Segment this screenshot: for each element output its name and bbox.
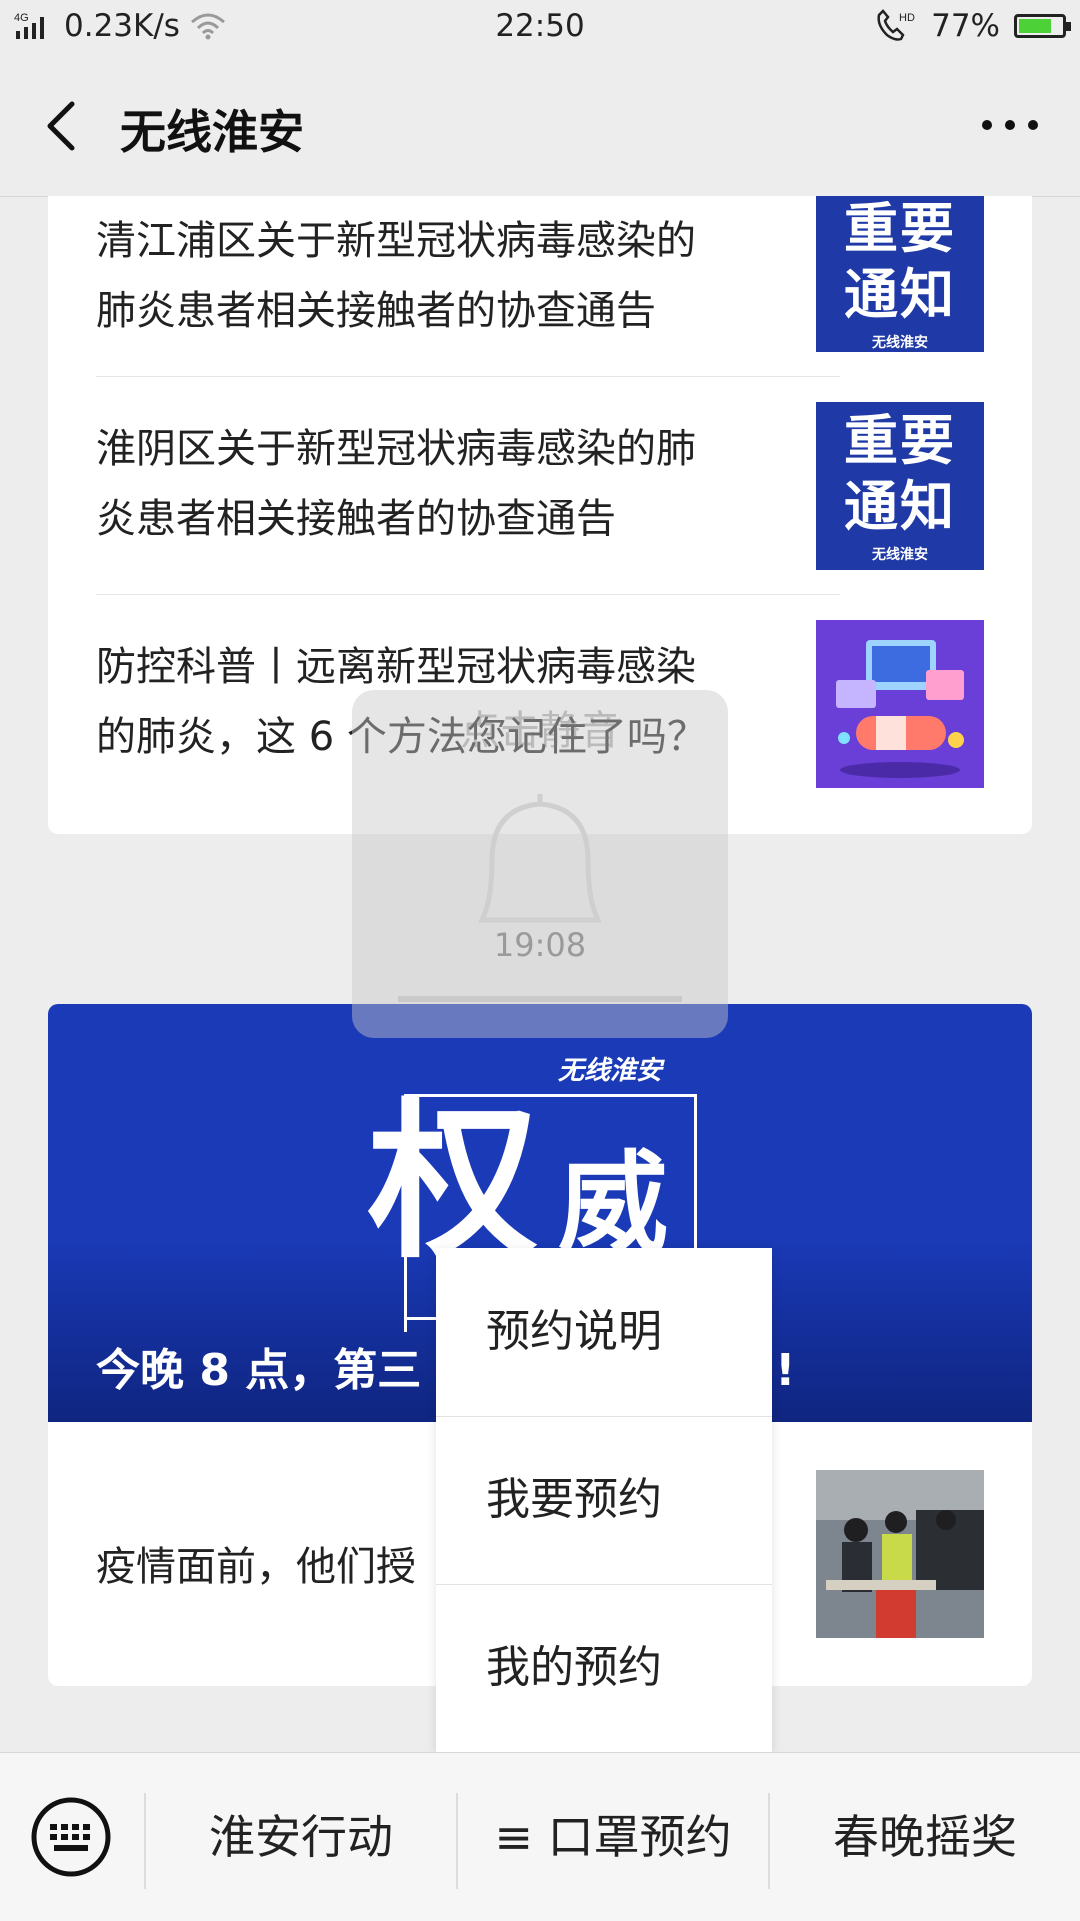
article-title[interactable]: 疫情面前，他们授: [96, 1534, 416, 1592]
article-thumbnail[interactable]: [816, 1470, 984, 1638]
toast-time: 19:08: [493, 926, 587, 964]
phone-hd-icon: HD: [877, 9, 915, 41]
thumb-logo-text: 无线淮安: [872, 547, 928, 563]
thumb-text: 重要: [844, 197, 956, 260]
article-thumbnail[interactable]: [816, 620, 984, 788]
nav-bar: 无线淮安: [0, 56, 1080, 197]
tab-spring-gala-lottery[interactable]: 春晚摇奖: [770, 1753, 1080, 1921]
page-title: 无线淮安: [120, 105, 304, 159]
menu-item-my-reservations[interactable]: 我的预约: [436, 1584, 772, 1752]
article-title-line: 淮阴区关于新型冠状病毒感染的肺: [96, 426, 696, 472]
menu-popup: 预约说明 我要预约 我的预约: [436, 1248, 772, 1752]
article-title-line: 炎患者相关接触者的协查通告: [96, 496, 616, 542]
status-bar: 4G 0.23K/s 22:50 HD 77%: [0, 0, 1080, 56]
article-thumbnail[interactable]: 重要 通知 无线淮安: [816, 196, 984, 352]
tab-mask-reservation[interactable]: ≡ 口罩预约: [458, 1753, 768, 1921]
thumb-logo-text: 无线淮安: [872, 335, 928, 351]
article-item[interactable]: 淮阴区关于新型冠状病毒感染的肺 炎患者相关接触者的协查通告: [96, 414, 840, 554]
thumb-text: 通知: [844, 475, 956, 538]
back-arrow-icon[interactable]: [38, 96, 90, 156]
more-menu-icon[interactable]: [980, 118, 1040, 132]
article-title-line: 肺炎患者相关接触者的协查通告: [96, 288, 656, 334]
menu-item-make-reservation[interactable]: 我要预约: [436, 1416, 772, 1584]
toast-progress-bar: [398, 996, 682, 1002]
article-thumbnail[interactable]: 重要 通知 无线淮安: [816, 402, 984, 570]
status-right: HD 77%: [873, 8, 1071, 44]
toast-text: 点击静音: [460, 708, 620, 754]
silent-toast: 点击静音 19:08: [352, 690, 728, 1038]
bell-icon: [477, 794, 603, 923]
battery-percent: 77%: [931, 8, 1000, 44]
keyboard-icon[interactable]: [30, 1796, 112, 1878]
battery-icon: [1014, 14, 1071, 38]
svg-text:HD: HD: [899, 12, 915, 24]
menu-item-reservation-info[interactable]: 预约说明: [436, 1248, 772, 1416]
divider: [96, 376, 840, 377]
thumb-text: 通知: [844, 263, 956, 326]
article-title-line: 清江浦区关于新型冠状病毒感染的: [96, 218, 696, 264]
article-item[interactable]: 清江浦区关于新型冠状病毒感染的 肺炎患者相关接触者的协查通告: [96, 206, 840, 346]
banner-logo: 无线淮安: [558, 1056, 663, 1086]
divider: [96, 594, 840, 595]
thumb-text: 重要: [844, 409, 956, 472]
banner-caption-start: 今晚 8 点，第三: [96, 1345, 422, 1396]
bottom-menu-bar: 淮安行动 ≡ 口罩预约 春晚摇奖: [0, 1752, 1080, 1921]
tab-huaian-action[interactable]: 淮安行动: [146, 1753, 456, 1921]
